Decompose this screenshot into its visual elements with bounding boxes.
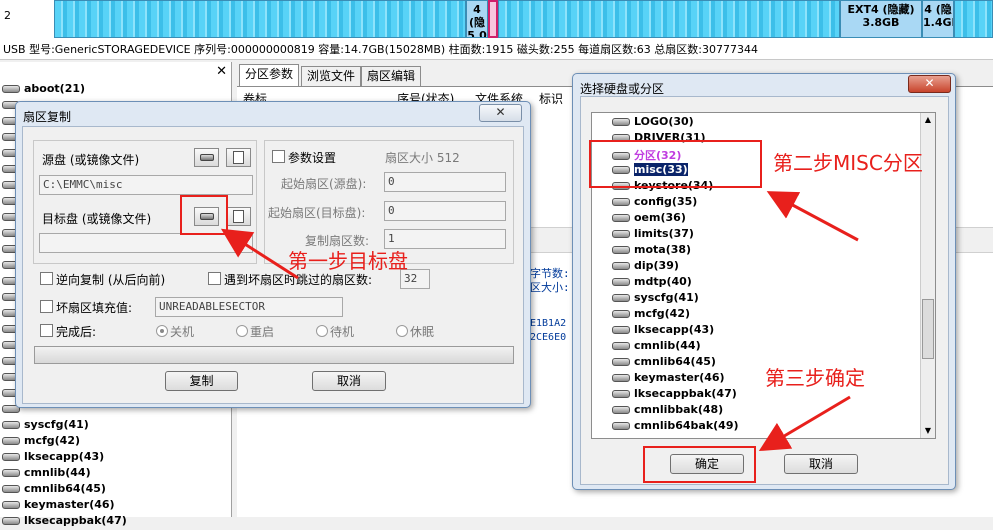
arrow-overlay [220,191,859,452]
step2-arrow [766,191,859,242]
step3-arrow [758,395,851,452]
step1-arrow [220,228,299,280]
partition-icon [2,517,20,525]
